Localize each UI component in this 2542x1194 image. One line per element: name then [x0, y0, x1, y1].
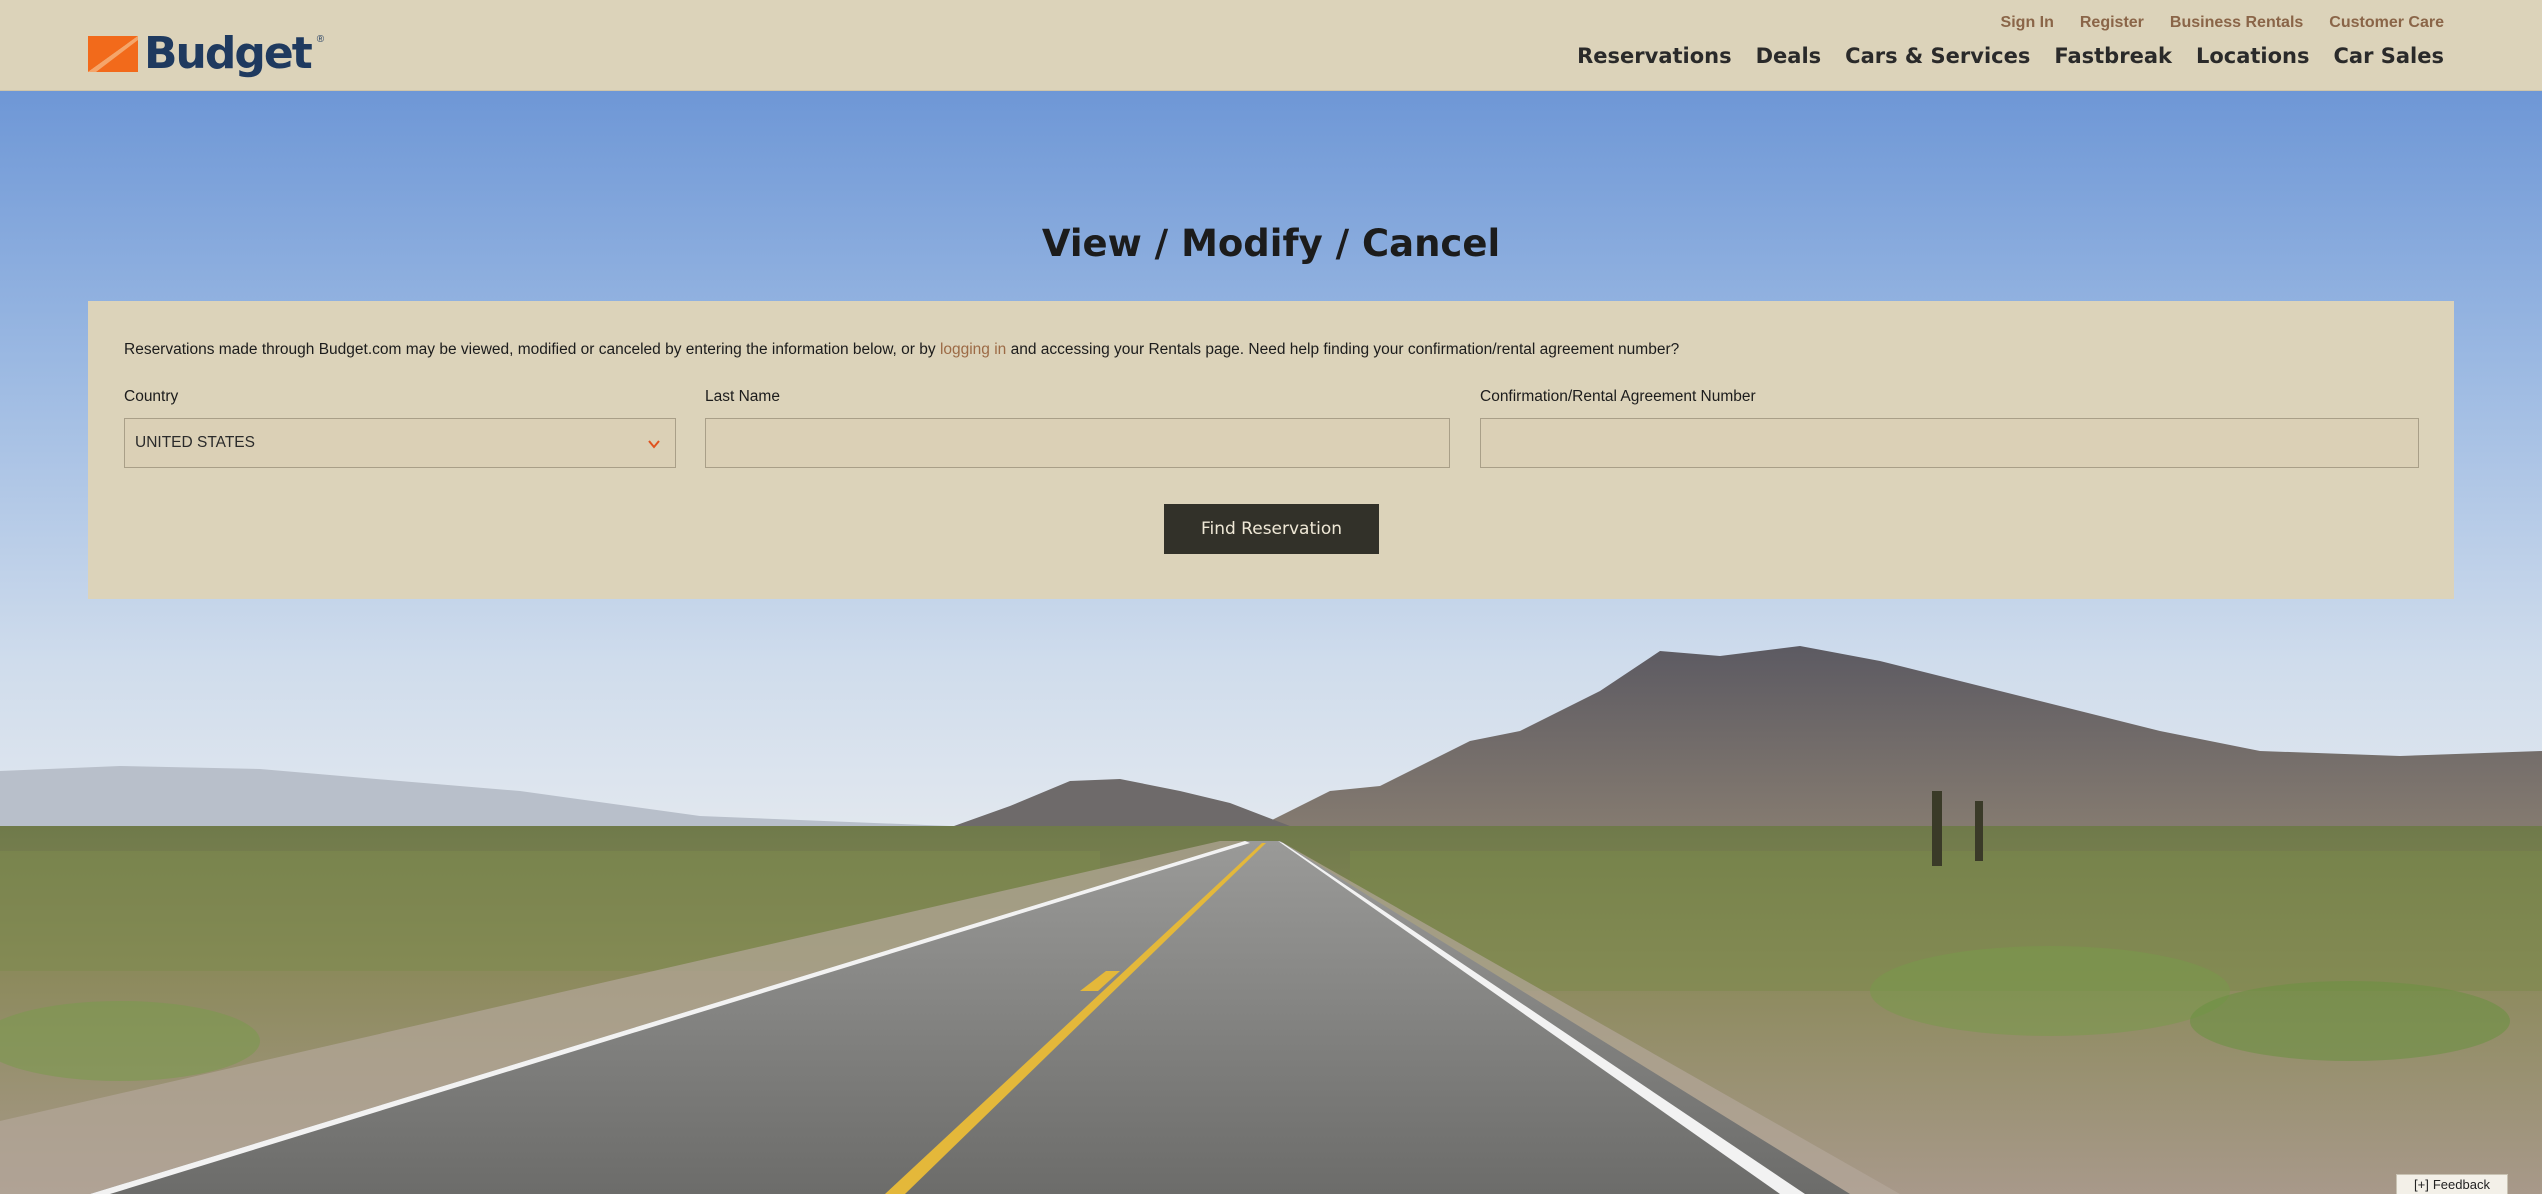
page-title: View / Modify / Cancel [1041, 222, 1501, 265]
nav-locations[interactable]: Locations [2196, 44, 2310, 68]
find-reservation-button[interactable]: Find Reservation [1164, 504, 1379, 554]
last-name-field-wrapper [705, 418, 1450, 468]
sign-in-link[interactable]: Sign In [2001, 14, 2054, 32]
feedback-label: Feedback [2432, 1177, 2490, 1192]
nav-deals[interactable]: Deals [1756, 44, 1822, 68]
budget-logo[interactable]: Budget ® [88, 30, 324, 78]
form-intro-text: Reservations made through Budget.com may… [124, 341, 1679, 359]
logging-in-link[interactable]: logging in [940, 341, 1006, 358]
registered-mark: ® [316, 34, 325, 45]
business-rentals-link[interactable]: Business Rentals [2170, 14, 2303, 32]
site-header: Budget ® Sign In Register Business Renta… [0, 0, 2542, 91]
country-selected-value: UNITED STATES [135, 434, 255, 451]
reservation-lookup-form: Reservations made through Budget.com may… [88, 301, 2454, 599]
country-select[interactable]: UNITED STATES [124, 418, 676, 468]
main-nav: Reservations Deals Cars & Services Fastb… [1577, 44, 2444, 68]
nav-fastbreak[interactable]: Fastbreak [2054, 44, 2172, 68]
nav-cars-services[interactable]: Cars & Services [1845, 44, 2030, 68]
nav-reservations[interactable]: Reservations [1577, 44, 1732, 68]
feedback-tab[interactable]: [+] Feedback [2396, 1174, 2508, 1194]
intro-text-start: Reservations made through Budget.com may… [124, 341, 940, 358]
hero-section: View / Modify / Cancel Reservations made… [0, 91, 2542, 1194]
nav-car-sales[interactable]: Car Sales [2334, 44, 2445, 68]
utility-nav: Sign In Register Business Rentals Custom… [2001, 14, 2444, 32]
intro-text-end: and accessing your Rentals page. Need he… [1006, 341, 1680, 358]
feedback-icon: [+] [2414, 1177, 2429, 1192]
register-link[interactable]: Register [2080, 14, 2144, 32]
logo-text: Budget [144, 28, 313, 79]
country-label: Country [124, 388, 179, 405]
last-name-input[interactable] [706, 419, 1449, 467]
confirmation-number-input[interactable] [1481, 419, 2418, 467]
customer-care-link[interactable]: Customer Care [2329, 14, 2444, 32]
last-name-label: Last Name [705, 388, 780, 405]
confirmation-label: Confirmation/Rental Agreement Number [1480, 388, 1756, 405]
chevron-down-icon [648, 440, 660, 449]
confirmation-field-wrapper [1480, 418, 2419, 468]
budget-logo-icon [88, 36, 138, 72]
